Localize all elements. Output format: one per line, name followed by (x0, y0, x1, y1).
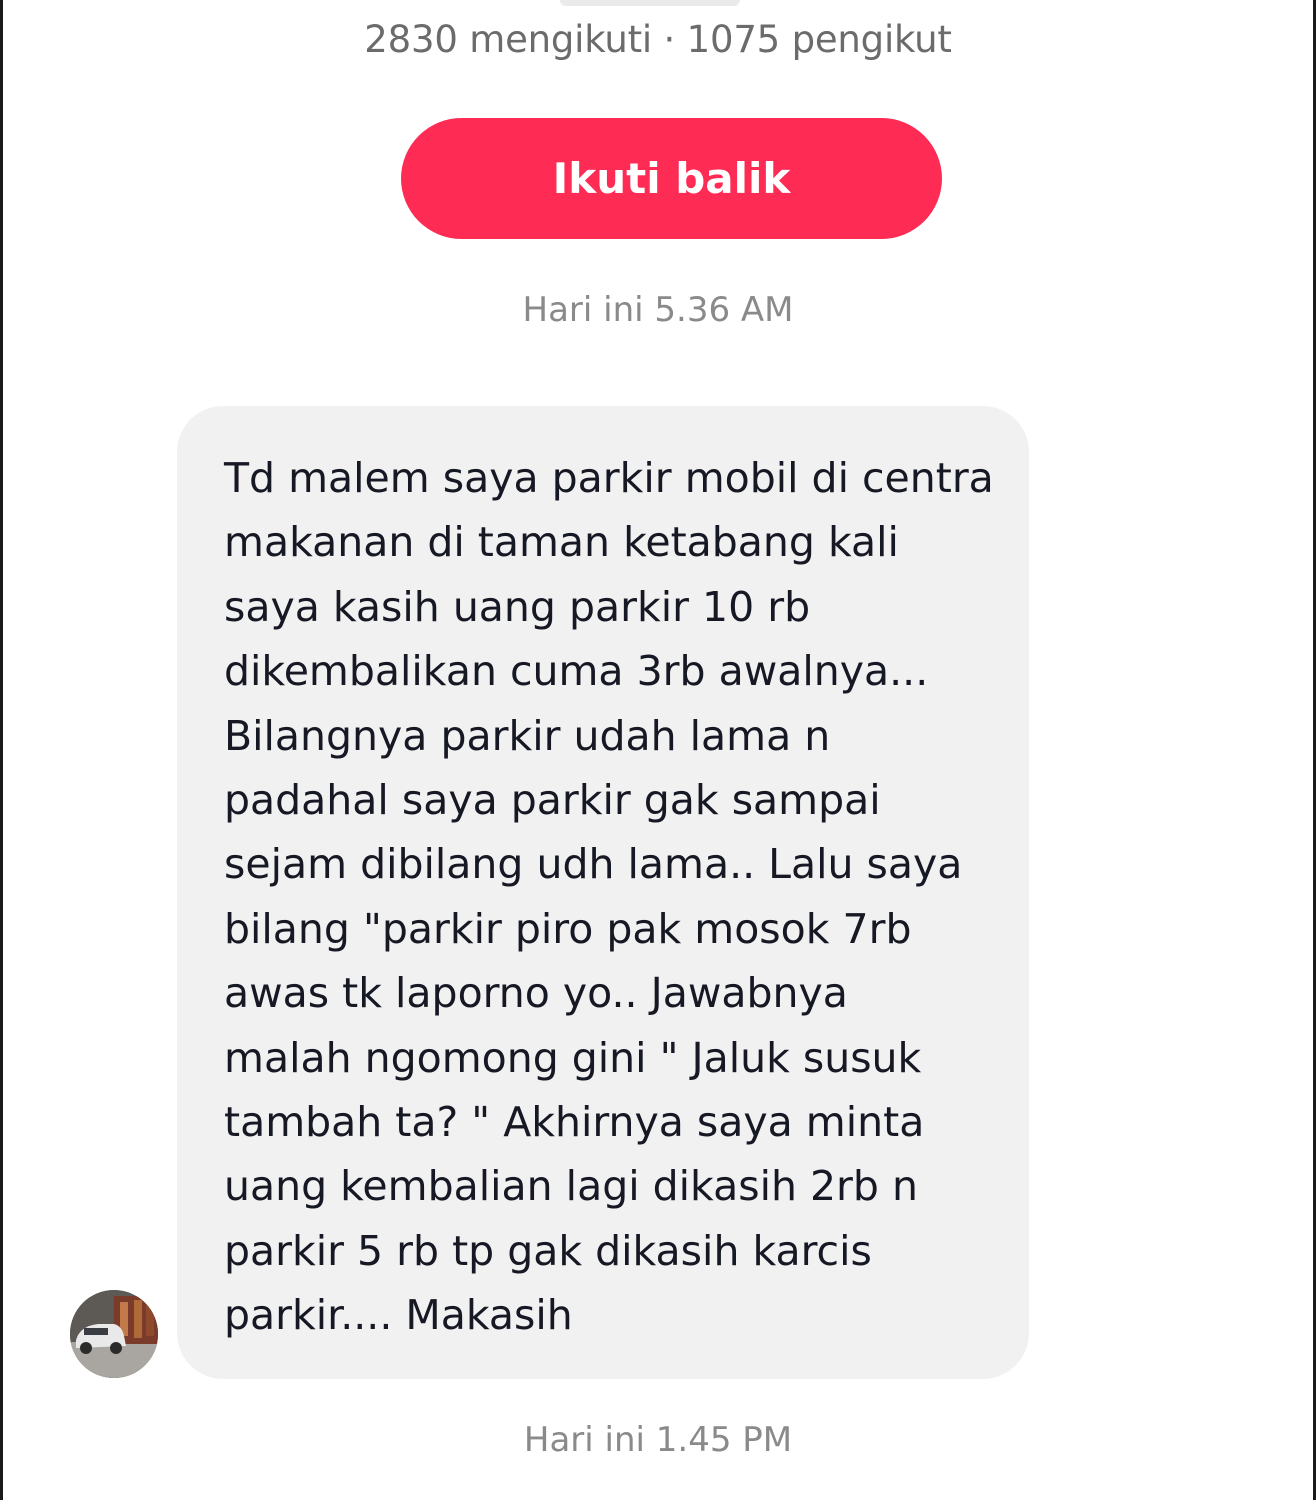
message-line: dikembalikan cuma 3rb awalnya... (224, 647, 929, 696)
message-line: Td malem saya parkir mobil di centra (224, 454, 994, 502)
message-line: awas tk laporno yo.. Jawabnya (224, 969, 848, 1018)
car-photo-icon (70, 1290, 158, 1378)
message-line: saya kasih uang parkir 10 rb (224, 582, 811, 631)
follow-back-button[interactable]: Ikuti balik (401, 118, 942, 239)
message-line: tambah ta? " Akhirnya saya minta (224, 1098, 925, 1147)
message-timestamp: Hari ini 5.36 AM (522, 290, 794, 330)
message-line: parkir.... Makasih (224, 1291, 573, 1340)
message-line: bilang "parkir piro pak mosok 7rb (224, 904, 912, 953)
sender-avatar[interactable] (70, 1290, 158, 1378)
message-line: parkir 5 rb tp gak dikasih karcis (224, 1226, 872, 1275)
message-line: malah ngomong gini " Jaluk susuk (224, 1033, 922, 1082)
left-frame-edge (0, 0, 3, 1500)
message-line: makanan di taman ketabang kali (224, 518, 899, 567)
message-line: Bilangnya parkir udah lama n (224, 711, 831, 760)
message-text: Td malem saya parkir mobil di centra mak… (224, 446, 1004, 1348)
message-line: padahal saya parkir gak sampai (224, 776, 881, 825)
message-line: uang kembalian lagi dikasih 2rb n (224, 1162, 918, 1211)
clipped-username (560, 0, 740, 6)
follow-stats: 2830 mengikuti · 1075 pengikut (364, 18, 952, 61)
message-timestamp: Hari ini 1.45 PM (523, 1420, 793, 1460)
message-line: sejam dibilang udh lama.. Lalu saya (224, 840, 963, 889)
